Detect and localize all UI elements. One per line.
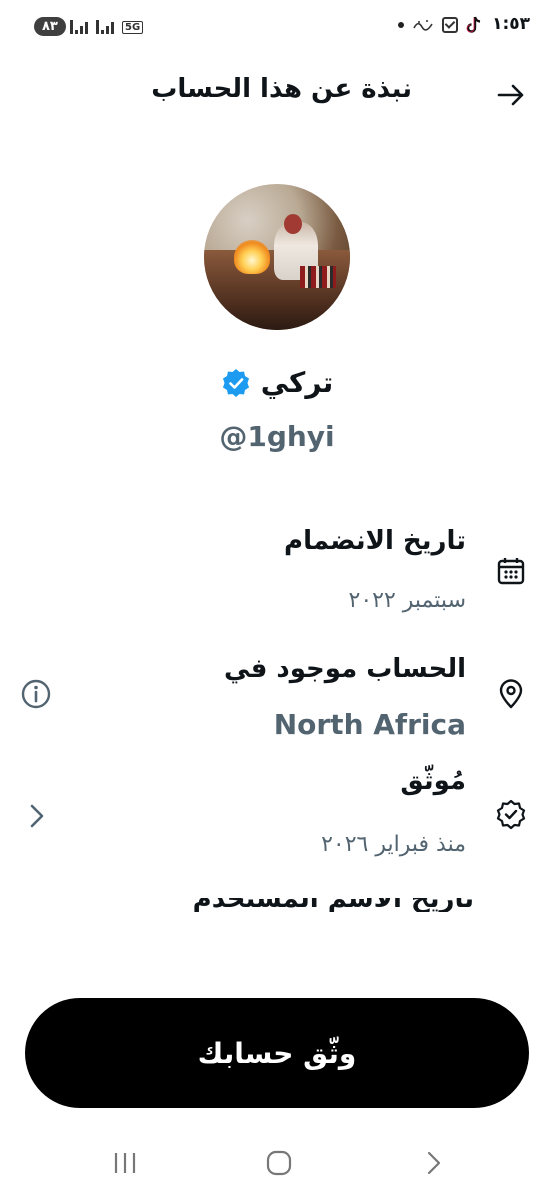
signal-bars-icon — [96, 18, 114, 34]
location-value: North Africa — [273, 708, 466, 741]
profile-name: تركي — [260, 366, 334, 399]
avatar[interactable] — [204, 184, 350, 330]
signal-bars-icon — [70, 18, 88, 34]
dot-icon — [398, 22, 404, 28]
calendar-icon — [497, 558, 525, 585]
next-row-label: تاريخ الاسم المستخدم — [64, 898, 474, 912]
tiktok-icon — [466, 16, 481, 33]
checkbox-notification-icon — [442, 17, 458, 33]
back-icon[interactable] — [424, 1150, 444, 1176]
recent-apps-icon[interactable] — [112, 1150, 138, 1176]
network-type: 5G — [122, 21, 144, 34]
status-time: ١:٥٣ — [492, 14, 530, 34]
joined-date: سبتمبر ٢٠٢٢ — [348, 588, 466, 613]
chevron-right-icon[interactable] — [20, 800, 52, 832]
verify-account-button[interactable]: وثّق حسابك — [25, 998, 529, 1108]
profile-handle: @1ghyi — [219, 420, 335, 453]
arrow-right-icon[interactable] — [496, 80, 526, 110]
calligraphy-notification-icon — [413, 20, 433, 31]
verified-badge-icon — [222, 368, 249, 397]
verified-label: مُوثّق — [400, 766, 466, 796]
status-bar: ١:٥٣ ٨٣ 5G — [0, 0, 554, 60]
profile-name-row: تركي — [0, 366, 554, 399]
verified-outline-icon — [496, 799, 526, 830]
home-icon[interactable] — [266, 1150, 292, 1176]
battery-icon: ٨٣ — [34, 17, 66, 36]
info-circle-icon[interactable] — [20, 678, 52, 710]
location-label: الحساب موجود في — [224, 654, 466, 684]
verified-since: منذ فبراير ٢٠٢٦ — [321, 832, 466, 857]
signal-indicators: 5G — [70, 18, 144, 34]
location-pin-icon — [499, 679, 523, 709]
page-title: نبذة عن هذا الحساب — [151, 74, 412, 104]
joined-label: تاريخ الانضمام — [284, 526, 466, 556]
notification-icons — [398, 16, 482, 34]
next-row-partial: تاريخ الاسم المستخدم — [64, 898, 474, 912]
